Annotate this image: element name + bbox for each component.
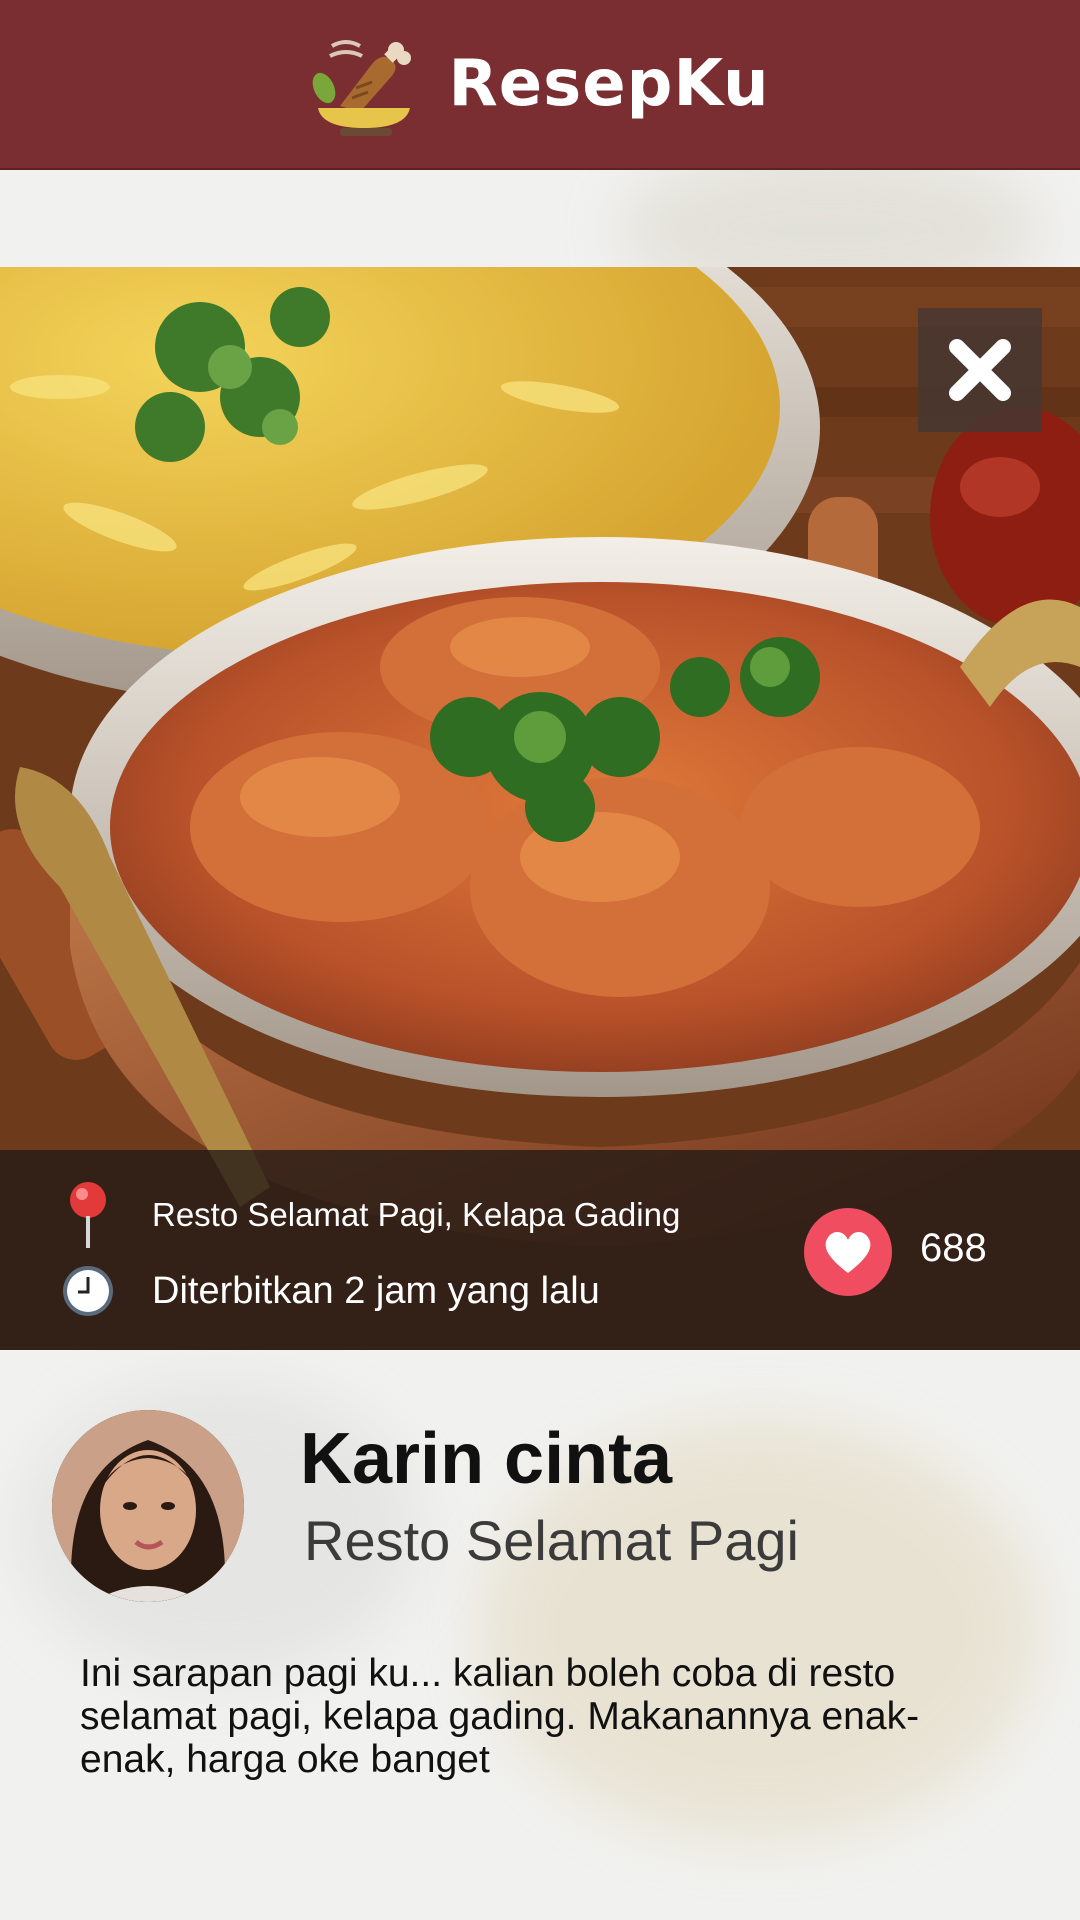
close-icon <box>949 339 1011 401</box>
close-button[interactable] <box>918 308 1042 432</box>
like-count: 688 <box>920 1226 987 1270</box>
heart-icon <box>825 1231 871 1273</box>
logo: ResepKu <box>310 28 769 140</box>
map-pin-icon <box>70 1182 106 1248</box>
location-row: Resto Selamat Pagi, Kelapa Gading <box>60 1180 680 1250</box>
clock-icon <box>63 1266 113 1316</box>
published-text: Diterbitkan 2 jam yang lalu <box>152 1269 600 1312</box>
post-info-bar: Resto Selamat Pagi, Kelapa Gading Diterb… <box>0 1150 1080 1350</box>
avatar-image <box>52 1410 244 1602</box>
like-button[interactable] <box>804 1208 892 1296</box>
post-detail-screen: ResepKu Resto Selamat Pagi, Kelapa Gadin… <box>0 0 1080 1920</box>
food-logo-icon <box>313 40 412 136</box>
avatar[interactable] <box>52 1410 244 1602</box>
app-header: ResepKu <box>0 0 1080 170</box>
author-name[interactable]: Karin cinta <box>300 1418 672 1500</box>
location-text: Resto Selamat Pagi, Kelapa Gading <box>152 1196 681 1233</box>
app-title: ResepKu <box>448 47 770 121</box>
published-row: Diterbitkan 2 jam yang lalu <box>60 1263 600 1319</box>
post-description: Ini sarapan pagi ku... kalian boleh coba… <box>80 1652 920 1781</box>
author-place: Resto Selamat Pagi <box>304 1509 799 1572</box>
